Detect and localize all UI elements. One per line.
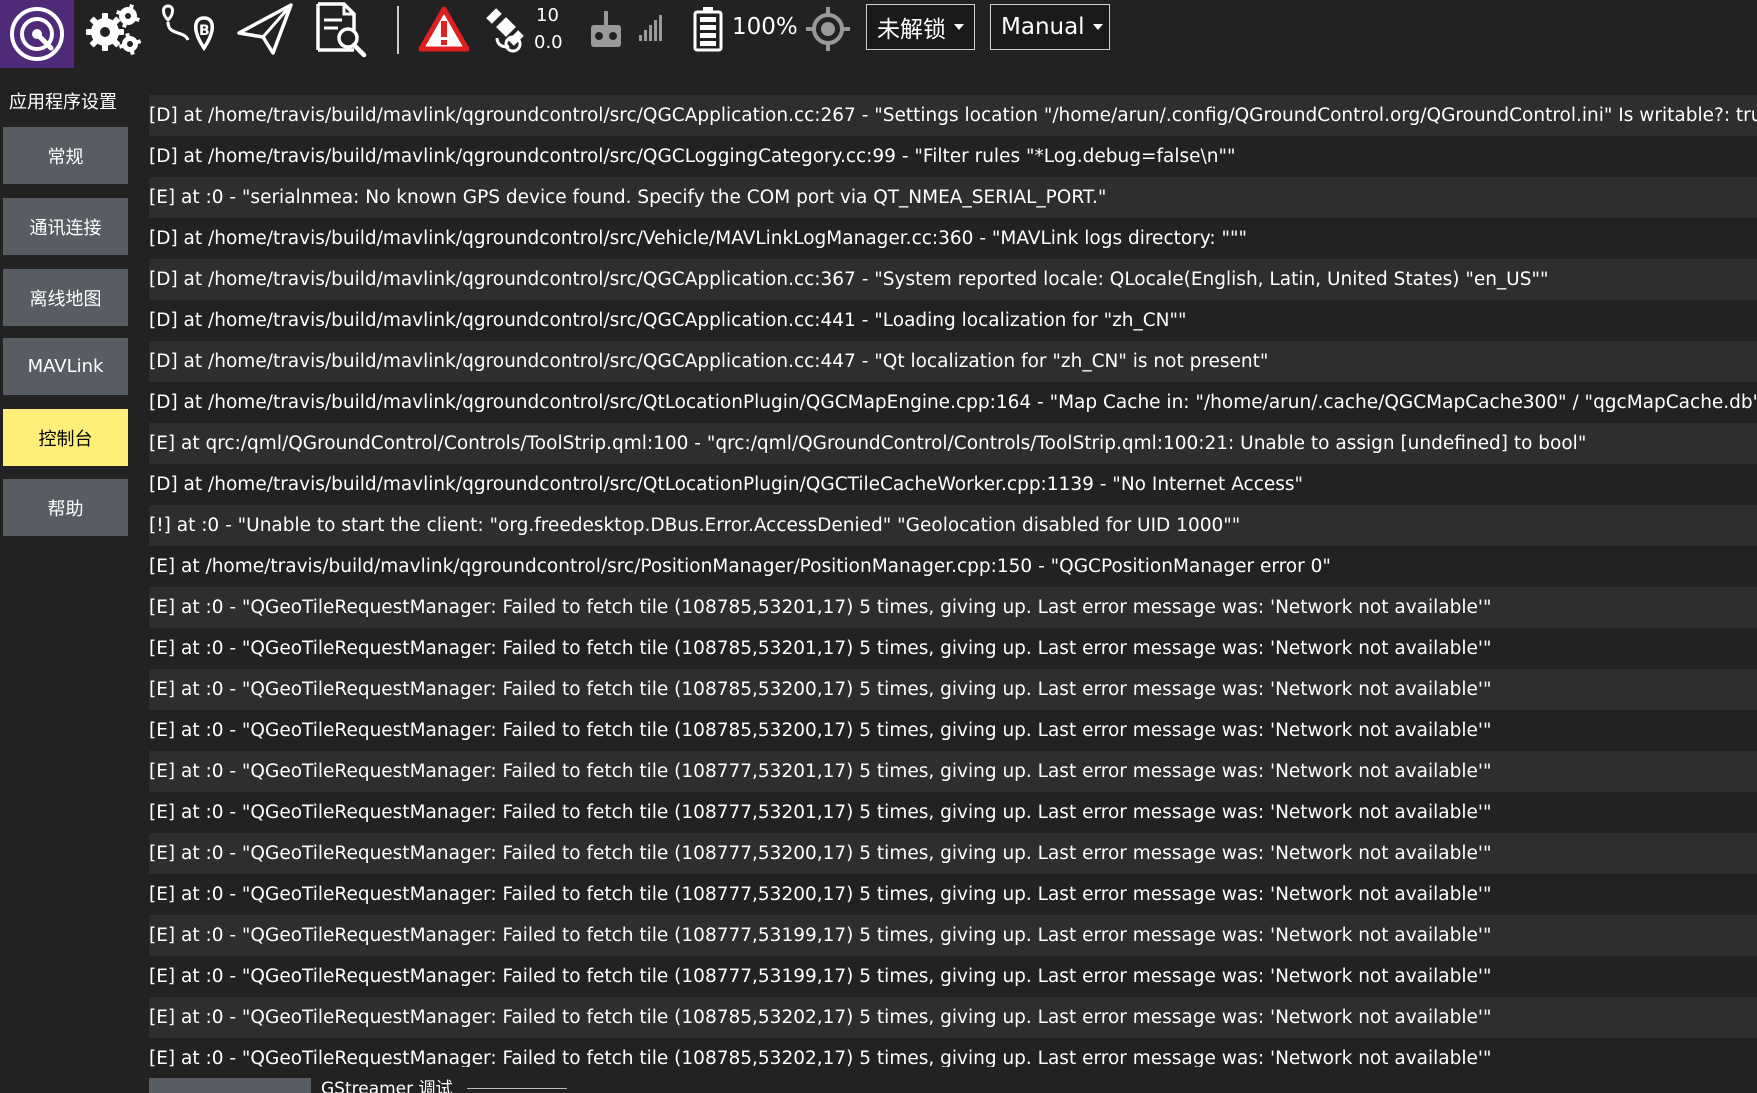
arm-state-label: 未解锁 [877,17,946,43]
log-line: [E] at :0 - "serialnmea: No known GPS de… [149,177,1757,218]
log-line: [E] at :0 - "QGeoTileRequestManager: Fai… [149,751,1757,792]
sidebar-item-label: 离线地图 [29,288,102,310]
gps-hdop: 0.0 [534,32,563,53]
rc-rssi-indicator[interactable] [586,0,626,58]
rc-icon [588,9,624,49]
fly-icon [235,1,295,57]
sidebar-item-general[interactable]: 常规 [3,127,128,184]
log-line: [E] at :0 - "QGeoTileRequestManager: Fai… [149,956,1757,997]
log-line: [D] at /home/travis/build/mavlink/qgroun… [149,218,1757,259]
svg-text:B: B [199,23,210,39]
log-line: [E] at /home/travis/build/mavlink/qgroun… [149,546,1757,587]
chevron-down-icon [1092,24,1103,30]
rtk-icon [805,6,851,52]
battery-indicator[interactable] [690,0,726,58]
log-line: [D] at /home/travis/build/mavlink/qgroun… [149,300,1757,341]
sidebar-item-comm-links[interactable]: 通讯连接 [3,198,128,255]
gstreamer-debug-combo[interactable] [467,1088,567,1093]
gear-icon [83,2,143,56]
log-line: [E] at :0 - "QGeoTileRequestManager: Fai… [149,1038,1757,1067]
log-line: [!] at :0 - "Unable to start the client:… [149,505,1757,546]
sidebar-item-help[interactable]: 帮助 [3,479,128,536]
log-line: [E] at :0 - "QGeoTileRequestManager: Fai… [149,874,1757,915]
analyze-button[interactable] [310,0,372,58]
console-action-button[interactable] [149,1078,311,1093]
gps-indicator[interactable] [481,0,533,58]
messages-indicator[interactable] [416,0,472,58]
log-line: [E] at qrc:/qml/QGroundControl/Controls/… [149,423,1757,464]
log-line: [E] at :0 - "QGeoTileRequestManager: Fai… [149,792,1757,833]
sidebar-item-label: MAVLink [27,356,104,377]
log-line: [E] at :0 - "QGeoTileRequestManager: Fai… [149,587,1757,628]
log-line: [E] at :0 - "QGeoTileRequestManager: Fai… [149,915,1757,956]
sidebar-item-label: 控制台 [38,428,93,450]
settings-button[interactable] [82,0,144,58]
log-line: [D] at /home/travis/build/mavlink/qgroun… [149,259,1757,300]
log-line: [D] at /home/travis/build/mavlink/qgroun… [149,341,1757,382]
log-line: [E] at :0 - "QGeoTileRequestManager: Fai… [149,669,1757,710]
log-line: [E] at :0 - "QGeoTileRequestManager: Fai… [149,628,1757,669]
signal-icon [638,15,664,43]
arm-state-dropdown[interactable]: 未解锁 [866,4,975,50]
log-line: [E] at :0 - "QGeoTileRequestManager: Fai… [149,710,1757,751]
sidebar-title: 应用程序设置 [9,92,117,113]
sidebar-item-label: 帮助 [47,498,84,520]
top-toolbar: B 10 0.0 100% 未解锁 Manual [0,0,1757,70]
console-log-list[interactable]: [D] at /home/travis/build/mavlink/qgroun… [149,95,1757,1067]
analyze-icon [312,0,370,58]
log-line: [E] at :0 - "QGeoTileRequestManager: Fai… [149,833,1757,874]
sidebar-item-console[interactable]: 控制台 [3,409,128,466]
sidebar-item-label: 常规 [47,146,84,168]
fly-button[interactable] [234,0,296,58]
sidebar-item-mavlink[interactable]: MAVLink [3,338,128,395]
satellite-count: 10 [536,5,559,26]
toolbar-separator [397,6,399,54]
console-bottom-bar: GStreamer 调试 [149,1078,1757,1093]
log-line: [E] at :0 - "QGeoTileRequestManager: Fai… [149,997,1757,1038]
qgc-logo-icon [7,4,67,64]
settings-sidebar: 应用程序设置 常规 通讯连接 离线地图 MAVLink 控制台 帮助 [0,70,133,1093]
flight-mode-dropdown[interactable]: Manual [990,4,1110,50]
log-line: [D] at /home/travis/build/mavlink/qgroun… [149,95,1757,136]
telemetry-rssi-indicator[interactable] [636,0,666,58]
log-line: [D] at /home/travis/build/mavlink/qgroun… [149,136,1757,177]
warning-icon [418,5,470,53]
plan-icon: B [158,0,220,58]
log-line: [D] at /home/travis/build/mavlink/qgroun… [149,464,1757,505]
sidebar-item-label: 通讯连接 [29,217,102,239]
gstreamer-debug-label: GStreamer 调试 [321,1079,453,1093]
flight-mode-label: Manual [1001,14,1085,40]
chevron-down-icon [954,24,964,30]
battery-percent: 100% [732,14,798,40]
battery-icon [693,6,723,52]
plan-button[interactable]: B [158,0,220,58]
rtk-indicator[interactable] [804,0,852,58]
sidebar-item-offline-maps[interactable]: 离线地图 [3,269,128,326]
qgc-logo-button[interactable] [0,0,74,68]
log-line: [D] at /home/travis/build/mavlink/qgroun… [149,382,1757,423]
gps-icon [483,4,531,54]
